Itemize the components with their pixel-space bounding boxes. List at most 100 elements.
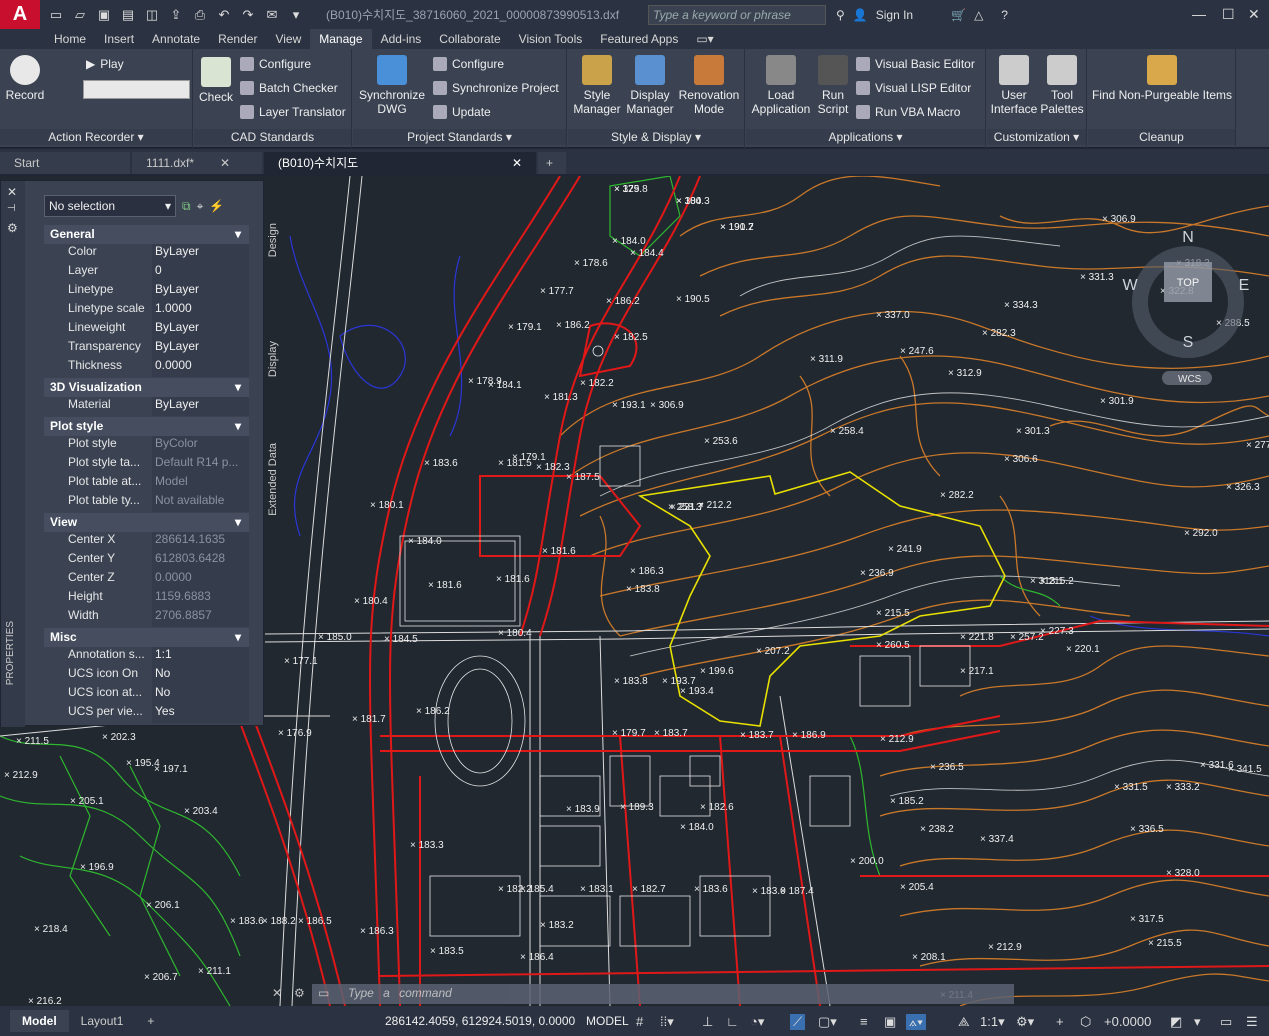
close-icon[interactable]: ✕: [220, 152, 230, 174]
ortho-icon[interactable]: ∟: [726, 1014, 739, 1029]
play-button[interactable]: ▶ Play: [86, 57, 124, 71]
load-application-button[interactable]: Load Application: [748, 55, 814, 116]
check-button[interactable]: Check: [198, 57, 234, 104]
quick-select-icon[interactable]: ⚡: [209, 199, 224, 213]
renovation-mode-button[interactable]: Renovation Mode: [676, 55, 742, 116]
transparency-icon[interactable]: ▣: [884, 1014, 896, 1030]
dynamic-input-icon[interactable]: ⊥: [702, 1014, 713, 1030]
object-snap-icon[interactable]: ▢▾: [818, 1014, 837, 1030]
property-row[interactable]: Center Y 612803.6428: [44, 551, 249, 570]
side-tab-display[interactable]: Display: [267, 341, 279, 377]
search-input[interactable]: Type a keyword or phrase: [648, 4, 826, 25]
tab-add-ins[interactable]: Add-ins: [372, 29, 431, 49]
panel-title[interactable]: Customization ▾: [987, 129, 1086, 145]
panel-title[interactable]: Applications ▾: [746, 129, 985, 145]
lineweight-icon[interactable]: ≡: [860, 1014, 868, 1029]
wrench-icon[interactable]: ⚙: [294, 986, 305, 1000]
tab-view[interactable]: View: [266, 29, 310, 49]
side-tab-extended-data[interactable]: Extended Data: [267, 443, 279, 516]
select-objects-icon[interactable]: ⌖: [197, 199, 204, 214]
tab-layout1[interactable]: Layout1: [69, 1010, 136, 1032]
close-icon[interactable]: ✕: [272, 986, 282, 1000]
workspace-gear-icon[interactable]: ⚙▾: [1016, 1014, 1034, 1030]
redo-icon[interactable]: ↷: [240, 7, 256, 23]
command-input[interactable]: Type a command: [348, 986, 452, 1000]
tool-palettes-button[interactable]: Tool Palettes: [1037, 55, 1087, 116]
compass-south[interactable]: S: [1183, 334, 1194, 351]
batch-checker-button[interactable]: Batch Checker: [240, 81, 338, 95]
isolate-icon[interactable]: ⬡: [1080, 1014, 1091, 1030]
configure-standards-button[interactable]: Configure: [240, 57, 311, 71]
panel-title[interactable]: Action Recorder ▾: [0, 129, 192, 145]
gear-icon[interactable]: ⚙: [7, 221, 18, 235]
tab-manage[interactable]: Manage: [310, 29, 372, 49]
property-row[interactable]: Center X 286614.1635: [44, 532, 249, 551]
lisp-editor-button[interactable]: Visual LISP Editor: [856, 81, 971, 95]
new-tab-button[interactable]: +: [538, 152, 566, 174]
property-row[interactable]: Layer 0: [44, 263, 249, 282]
hardware-acceleration-icon[interactable]: ◩: [1170, 1014, 1182, 1030]
property-value[interactable]: No: [152, 666, 249, 685]
property-value[interactable]: ByLayer: [152, 244, 249, 263]
tab-render[interactable]: Render: [209, 29, 266, 49]
compass-west[interactable]: W: [1122, 277, 1138, 294]
property-row[interactable]: Thickness 0.0000: [44, 358, 249, 377]
property-row[interactable]: Plot table ty... Not available: [44, 493, 249, 512]
property-value[interactable]: Model: [152, 474, 249, 493]
a360-icon[interactable]: △: [974, 8, 983, 22]
annotation-scale-icon[interactable]: ⟁: [958, 1014, 970, 1030]
property-value[interactable]: 0.0000: [152, 570, 249, 589]
snap-icon[interactable]: ⁞⁞▾: [660, 1014, 674, 1030]
property-value[interactable]: 0.0000: [152, 358, 249, 377]
property-row[interactable]: Height 1159.6883: [44, 589, 249, 608]
property-value[interactable]: ByLayer: [152, 339, 249, 358]
isodraft-icon[interactable]: ⟋: [790, 1014, 806, 1030]
property-row[interactable]: Annotation s... 1:1: [44, 647, 249, 666]
model-space-button[interactable]: MODEL: [586, 1014, 629, 1028]
property-value[interactable]: Yes: [152, 704, 249, 723]
tab-home[interactable]: Home: [45, 29, 95, 49]
property-value[interactable]: 2706.8857: [152, 608, 249, 627]
panel-title[interactable]: Project Standards ▾: [353, 129, 566, 145]
customization-menu-icon[interactable]: ☰: [1246, 1014, 1258, 1030]
property-value[interactable]: ByLayer: [152, 282, 249, 301]
sync-project-button[interactable]: Synchronize Project: [433, 81, 559, 95]
property-value[interactable]: 612803.6428: [152, 551, 249, 570]
layer-translator-button[interactable]: Layer Translator: [240, 105, 346, 119]
property-value[interactable]: ByLayer: [152, 397, 249, 416]
workspace-icon[interactable]: ▾: [288, 7, 304, 23]
property-value[interactable]: 286614.1635: [152, 532, 249, 551]
clean-screen-icon[interactable]: ▾: [1194, 1014, 1201, 1030]
sign-in-label[interactable]: Sign In: [876, 8, 913, 22]
panel-title[interactable]: Style & Display ▾: [568, 129, 744, 145]
property-row[interactable]: UCS icon On No: [44, 666, 249, 685]
open-icon[interactable]: ▱: [72, 7, 88, 23]
property-row[interactable]: Linetype ByLayer: [44, 282, 249, 301]
tab-collaborate[interactable]: Collaborate: [430, 29, 509, 49]
property-section-header[interactable]: Plot style ▾: [44, 417, 249, 436]
ribbon-options-icon[interactable]: ▭▾: [687, 29, 722, 49]
record-button[interactable]: Record: [4, 55, 46, 102]
property-value[interactable]: 1159.6883: [152, 589, 249, 608]
annotation-scale-value[interactable]: 1:1▾: [980, 1014, 1005, 1030]
property-row[interactable]: Plot style ByColor: [44, 436, 249, 455]
property-section-header[interactable]: View ▾: [44, 513, 249, 532]
print-icon[interactable]: ⎙: [192, 7, 208, 23]
fullscreen-icon[interactable]: ▭: [1220, 1014, 1232, 1030]
property-value[interactable]: Not available: [152, 493, 249, 512]
help-icon[interactable]: ?: [1001, 8, 1008, 22]
property-row[interactable]: UCS icon at... No: [44, 685, 249, 704]
web-icon[interactable]: ◫: [144, 7, 160, 23]
annotation-visibility-icon[interactable]: ⟑▾: [906, 1014, 927, 1030]
property-value[interactable]: Default R14 p...: [152, 455, 249, 474]
toggle-pickadd-icon[interactable]: ⧉: [182, 199, 191, 214]
property-row[interactable]: Material ByLayer: [44, 397, 249, 416]
run-script-button[interactable]: Run Script: [814, 55, 852, 116]
property-row[interactable]: Width 2706.8857: [44, 608, 249, 627]
property-row[interactable]: Plot table at... Model: [44, 474, 249, 493]
selection-dropdown[interactable]: No selection ▾: [44, 195, 176, 217]
binoculars-icon[interactable]: ⚲: [836, 8, 845, 22]
tab-featured-apps[interactable]: Featured Apps: [591, 29, 687, 49]
property-value[interactable]: ByColor: [152, 436, 249, 455]
cart-icon[interactable]: 🛒: [951, 8, 966, 22]
